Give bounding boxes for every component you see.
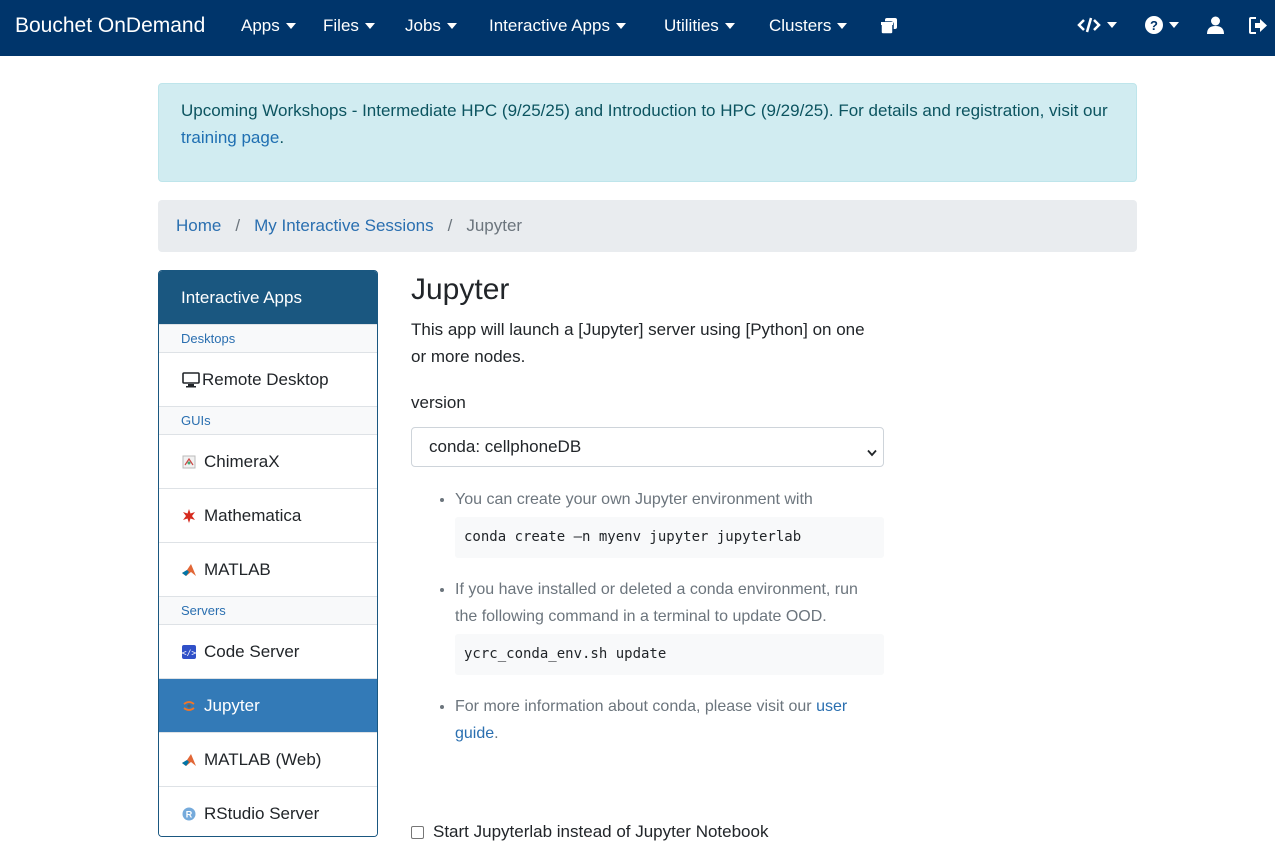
desktop-icon: [181, 371, 201, 388]
nav-menu-apps[interactable]: Apps: [241, 15, 296, 37]
version-select[interactable]: conda: cellphoneDB: [411, 427, 884, 467]
nav-menu-label: Interactive Apps: [489, 16, 610, 35]
version-label: version: [411, 393, 466, 412]
help-item: If you have installed or deleted a conda…: [455, 576, 884, 675]
breadcrumb: Home / My Interactive Sessions / Jupyter: [158, 200, 1137, 252]
sessions-icon[interactable]: [880, 17, 898, 35]
nav-menu-label: Apps: [241, 16, 280, 35]
app-description: This app will launch a [Jupyter] server …: [411, 320, 865, 366]
nav-menu-label: Clusters: [769, 16, 832, 35]
sidebar-item-label: Code Server: [204, 641, 300, 661]
breadcrumb-current: Jupyter: [466, 216, 523, 235]
nav-menu-files[interactable]: Files: [323, 15, 375, 37]
sidebar-group-servers: Servers: [159, 596, 377, 624]
page-title: Jupyter: [411, 273, 510, 306]
sidebar-group-desktops: Desktops: [159, 324, 377, 352]
breadcrumb-sessions-link[interactable]: My Interactive Sessions: [254, 216, 434, 236]
alert-text: Upcoming Workshops - Intermediate HPC (9…: [181, 101, 1108, 120]
nav-menu-jobs[interactable]: Jobs: [405, 15, 457, 37]
help-text: For more information about conda, please…: [455, 698, 817, 715]
sidebar-header: Interactive Apps: [159, 271, 377, 324]
jupyterlab-checkbox-label[interactable]: Start Jupyterlab instead of Jupyter Note…: [433, 822, 768, 842]
sidebar-item-label: RStudio Server: [204, 803, 320, 823]
interactive-apps-sidebar: Interactive Apps Desktops Remote Desktop…: [158, 270, 378, 837]
version-help: You can create your own Jupyter environm…: [411, 486, 884, 747]
breadcrumb-separator: /: [235, 216, 241, 235]
chimerax-icon: [181, 454, 197, 470]
mathematica-icon: [181, 508, 197, 524]
rstudio-icon: R: [181, 806, 197, 822]
help-item: You can create your own Jupyter environm…: [455, 486, 884, 558]
caret-down-icon: [364, 23, 375, 29]
code-server-icon: </>: [181, 644, 197, 660]
brand-link[interactable]: Bouchet OnDemand: [15, 13, 205, 39]
breadcrumb-separator: /: [447, 216, 453, 235]
caret-down-icon: [446, 23, 457, 29]
sidebar-item-matlab[interactable]: MATLAB: [159, 542, 377, 596]
nav-menu-utilities[interactable]: Utilities: [664, 15, 735, 37]
svg-text:</>: </>: [182, 648, 196, 657]
sidebar-item-code-server[interactable]: </> Code Server: [159, 624, 377, 678]
user-icon[interactable]: [1207, 16, 1224, 34]
sidebar-group-guis: GUIs: [159, 406, 377, 434]
sidebar-item-mathematica[interactable]: Mathematica: [159, 488, 377, 542]
svg-text:R: R: [186, 809, 193, 819]
jupyter-icon: [181, 698, 197, 714]
matlab-icon: [181, 752, 197, 768]
jupyterlab-checkbox[interactable]: [411, 825, 424, 839]
sidebar-item-rstudio[interactable]: R RStudio Server: [159, 786, 377, 836]
caret-down-icon: [837, 23, 848, 29]
sidebar-item-label: Remote Desktop: [202, 369, 329, 389]
help-icon[interactable]: ?: [1145, 16, 1179, 34]
nav-menu-label: Files: [323, 16, 359, 35]
caret-down-icon: [615, 23, 626, 29]
code-icon[interactable]: [1077, 16, 1117, 34]
sidebar-item-label: ChimeraX: [204, 451, 280, 471]
help-text: You can create your own Jupyter environm…: [455, 491, 813, 508]
chevron-down-icon: [867, 443, 877, 463]
caret-down-icon: [1107, 22, 1117, 28]
sidebar-item-remote-desktop[interactable]: Remote Desktop: [159, 352, 377, 406]
nav-menu-interactive-apps[interactable]: Interactive Apps: [489, 15, 626, 37]
workshop-alert: Upcoming Workshops - Intermediate HPC (9…: [158, 83, 1137, 182]
sidebar-item-label: MATLAB (Web): [204, 749, 322, 769]
help-item: For more information about conda, please…: [455, 693, 884, 747]
sidebar-item-label: Jupyter: [204, 695, 260, 715]
sidebar-item-matlab-web[interactable]: MATLAB (Web): [159, 732, 377, 786]
help-suffix: .: [494, 725, 499, 742]
help-text: If you have installed or deleted a conda…: [455, 581, 858, 625]
svg-text:?: ?: [1150, 18, 1158, 33]
logout-icon[interactable]: [1249, 17, 1268, 34]
alert-suffix: .: [279, 128, 285, 147]
sidebar-item-label: MATLAB: [204, 559, 271, 579]
sidebar-item-chimerax[interactable]: ChimeraX: [159, 434, 377, 488]
nav-menu-label: Jobs: [405, 16, 441, 35]
code-block: conda create —n myenv jupyter jupyterlab: [455, 517, 884, 558]
breadcrumb-home-link[interactable]: Home: [176, 216, 221, 236]
nav-menu-label: Utilities: [664, 16, 719, 35]
matlab-icon: [181, 562, 197, 578]
top-navbar: Bouchet OnDemand Apps Files Jobs Interac…: [0, 0, 1275, 56]
sidebar-item-label: Mathematica: [204, 505, 302, 525]
version-select-value: conda: cellphoneDB: [429, 437, 582, 456]
code-block: ycrc_conda_env.sh update: [455, 634, 884, 675]
nav-menu-clusters[interactable]: Clusters: [769, 15, 848, 37]
sidebar-item-jupyter[interactable]: Jupyter: [159, 678, 377, 732]
caret-down-icon: [724, 23, 735, 29]
caret-down-icon: [285, 23, 296, 29]
jupyterlab-option: Start Jupyterlab instead of Jupyter Note…: [411, 822, 768, 842]
training-page-link[interactable]: training page: [181, 128, 279, 147]
caret-down-icon: [1169, 22, 1179, 28]
